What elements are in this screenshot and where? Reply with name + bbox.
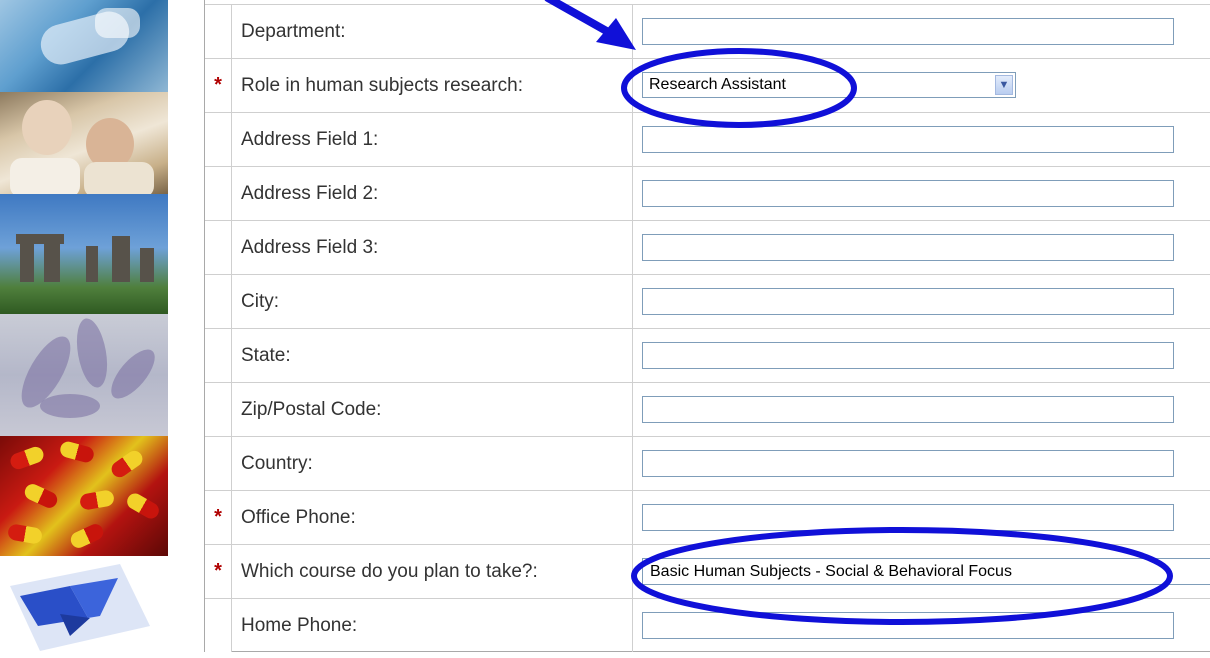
text-input[interactable] [642, 504, 1174, 531]
role-select[interactable]: Research Assistant ▼ [642, 72, 1016, 98]
required-marker [205, 383, 232, 436]
field-label: Address Field 1: [232, 113, 633, 166]
pills-photo [0, 436, 168, 556]
text-input[interactable] [642, 612, 1174, 639]
form-row: * Office Phone: [205, 490, 1210, 544]
text-input[interactable] [642, 234, 1174, 261]
surgery-photo [0, 0, 168, 92]
form-row: Home Phone: [205, 598, 1210, 652]
role-select-value: Research Assistant [649, 76, 786, 93]
field-label: Role in human subjects research: [232, 59, 633, 112]
butterfly-icon [10, 564, 150, 651]
field-label: City: [232, 275, 633, 328]
form-row: * Which course do you plan to take?: Basic… [205, 544, 1210, 598]
stonehenge-photo [0, 194, 168, 314]
required-marker [205, 5, 232, 58]
required-marker [205, 113, 232, 166]
form-row: Country: [205, 436, 1210, 490]
text-input[interactable] [642, 126, 1174, 153]
form-row: * Role in human subjects research: Researc… [205, 58, 1210, 112]
text-input[interactable] [642, 396, 1174, 423]
text-input[interactable] [642, 450, 1174, 477]
required-marker: * [205, 491, 232, 544]
required-marker [205, 275, 232, 328]
field-label: Home Phone: [232, 599, 633, 652]
form-row: Address Field 2: [205, 166, 1210, 220]
text-input[interactable] [642, 288, 1174, 315]
required-marker [205, 437, 232, 490]
field-label: Office Phone: [232, 491, 633, 544]
field-label: Address Field 2: [232, 167, 633, 220]
form-row: Address Field 1: [205, 112, 1210, 166]
form-row: Zip/Postal Code: [205, 382, 1210, 436]
side-image-strip [0, 0, 168, 658]
field-label: State: [232, 329, 633, 382]
elderly-couple-photo [0, 92, 168, 194]
field-label: Which course do you plan to take?: [232, 545, 633, 598]
text-input[interactable] [642, 180, 1174, 207]
field-label: Department: [232, 5, 633, 58]
required-marker: * [205, 545, 232, 598]
required-marker [205, 221, 232, 274]
form-row: State: [205, 328, 1210, 382]
course-select[interactable]: Basic Human Subjects - Social & Behavior… [642, 558, 1210, 585]
required-marker [205, 329, 232, 382]
form-row: City: [205, 274, 1210, 328]
required-marker [205, 167, 232, 220]
butterfly-photo [0, 556, 168, 658]
form-row: Address Field 3: [205, 220, 1210, 274]
required-marker: * [205, 59, 232, 112]
chevron-down-icon[interactable]: ▼ [995, 75, 1013, 95]
required-marker [205, 599, 232, 652]
text-input[interactable] [642, 18, 1174, 45]
registration-form: Department: * Role in human subjects resea… [204, 0, 1210, 652]
course-select-value: Basic Human Subjects - Social & Behavior… [650, 562, 1012, 580]
field-label: Country: [232, 437, 633, 490]
form-row: Department: [205, 4, 1210, 58]
field-label: Address Field 3: [232, 221, 633, 274]
field-label: Zip/Postal Code: [232, 383, 633, 436]
cells-photo [0, 314, 168, 436]
text-input[interactable] [642, 342, 1174, 369]
